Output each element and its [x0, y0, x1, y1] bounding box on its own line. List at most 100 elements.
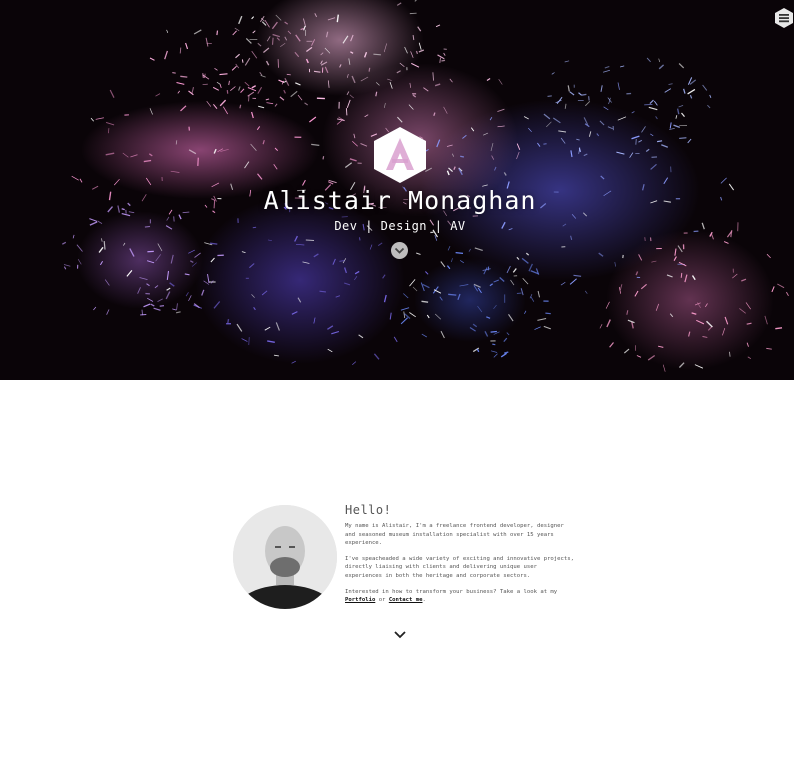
particle-streak	[418, 42, 422, 50]
particle-streak	[460, 155, 465, 158]
particle-streak	[651, 260, 657, 263]
particle-streak	[449, 78, 453, 83]
particle-streak	[600, 85, 603, 92]
particle-streak	[148, 153, 153, 157]
particle-streak	[411, 62, 420, 68]
particle-streak	[295, 82, 301, 86]
particle-streak	[264, 19, 270, 28]
particle-streak	[443, 52, 446, 56]
particle-streak	[104, 279, 110, 286]
particle-streak	[732, 273, 738, 279]
particle-streak	[439, 57, 442, 63]
particle-streak	[678, 362, 685, 368]
particle-streak	[657, 140, 663, 143]
particle-streak	[658, 58, 661, 63]
particle-streak	[546, 121, 552, 128]
portfolio-link[interactable]: Portfolio	[345, 597, 375, 603]
particle-streak	[530, 296, 535, 302]
particle-streak	[528, 127, 532, 133]
particle-streak	[216, 30, 219, 36]
particle-streak	[669, 313, 674, 318]
particle-streak	[147, 297, 154, 302]
particle-streak	[105, 152, 115, 156]
particle-streak	[283, 89, 286, 94]
particle-streak	[441, 59, 446, 62]
particle-streak	[262, 140, 265, 145]
particle-streak	[383, 294, 387, 303]
particle-streak	[205, 37, 209, 47]
particle-streak	[687, 88, 696, 95]
particle-streak	[410, 51, 414, 58]
particle-streak	[420, 282, 425, 292]
particle-streak	[280, 43, 286, 48]
particle-streak	[409, 312, 416, 318]
particle-streak	[109, 89, 115, 98]
particle-streak	[711, 234, 714, 240]
particle-streak	[434, 313, 442, 320]
particle-streak	[506, 332, 510, 336]
particle-streak	[251, 111, 254, 119]
particle-streak	[346, 91, 350, 96]
particle-streak	[166, 287, 171, 291]
particle-streak	[503, 337, 508, 343]
particle-streak	[528, 263, 533, 272]
hexagon-menu-icon[interactable]	[773, 7, 794, 29]
particle-streak	[267, 340, 275, 343]
particle-streak	[520, 288, 524, 296]
particle-streak	[490, 350, 498, 353]
particle-streak	[272, 33, 280, 38]
particle-streak	[129, 248, 135, 257]
particle-streak	[177, 90, 181, 94]
particle-streak	[306, 46, 313, 53]
particle-streak	[702, 336, 708, 338]
particle-streak	[626, 310, 629, 315]
particle-streak	[412, 35, 415, 41]
particle-streak	[153, 307, 161, 311]
particle-streak	[477, 305, 483, 313]
particle-streak	[393, 336, 398, 343]
about-section: Hello! My name is Alistair, I'm a freela…	[345, 503, 575, 612]
particle-streak	[238, 15, 243, 25]
particle-streak	[747, 356, 752, 360]
particle-streak	[63, 266, 67, 270]
particle-streak	[537, 290, 540, 298]
particle-streak	[219, 99, 227, 107]
particle-streak	[425, 271, 429, 275]
avatar	[233, 505, 337, 609]
particle-streak	[545, 312, 551, 315]
particle-streak	[524, 310, 527, 314]
particle-streak	[674, 248, 677, 256]
contact-link[interactable]: Contact me	[389, 597, 423, 603]
particle-streak	[369, 244, 373, 250]
particle-streak	[516, 143, 521, 150]
hero-subtitle: Dev | Design | AV	[334, 219, 466, 233]
particle-streak	[146, 260, 155, 264]
particle-streak	[364, 114, 369, 118]
particle-streak	[777, 283, 785, 289]
particle-streak	[588, 131, 592, 137]
particle-streak	[247, 91, 255, 97]
particle-streak	[534, 326, 541, 330]
particle-streak	[382, 274, 386, 279]
particle-streak	[193, 29, 202, 35]
particle-streak	[645, 148, 650, 153]
particle-streak	[284, 21, 289, 25]
particle-streak	[258, 105, 265, 109]
particle-streak	[673, 256, 677, 261]
particle-streak	[650, 133, 654, 137]
particle-streak	[123, 242, 126, 246]
particle-streak	[320, 60, 323, 65]
particle-streak	[664, 88, 672, 93]
next-section-button[interactable]	[393, 625, 407, 639]
particle-streak	[421, 333, 427, 338]
particle-streak	[274, 147, 279, 151]
particle-streak	[213, 301, 221, 309]
scroll-down-button[interactable]	[391, 242, 408, 259]
particle-streak	[219, 84, 222, 88]
particle-streak	[325, 31, 329, 38]
particle-streak	[720, 177, 727, 184]
particle-streak	[189, 260, 194, 263]
chevron-down-icon	[394, 247, 405, 254]
particle-streak	[287, 30, 292, 35]
particle-streak	[409, 279, 416, 287]
